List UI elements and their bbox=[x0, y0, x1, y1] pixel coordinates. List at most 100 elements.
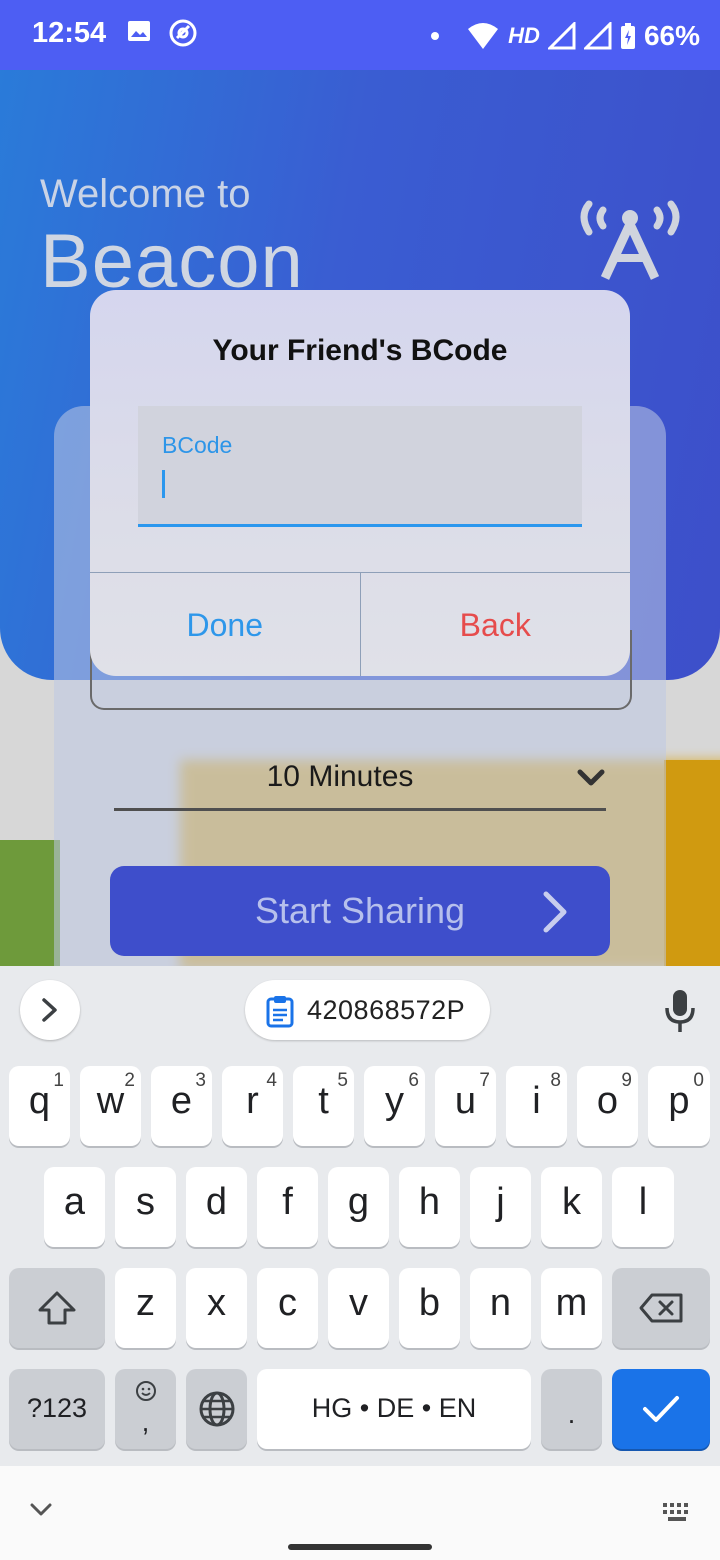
bcode-input[interactable]: BCode bbox=[138, 406, 582, 527]
comma-label: , bbox=[141, 1407, 150, 1437]
key-e[interactable]: e3 bbox=[151, 1066, 212, 1146]
key-label: z bbox=[136, 1282, 155, 1324]
key-k[interactable]: k bbox=[541, 1167, 602, 1247]
status-time: 12:54 bbox=[32, 17, 107, 49]
key-hint-label: 8 bbox=[550, 1070, 561, 1091]
key-hint-label: 9 bbox=[621, 1070, 632, 1091]
key-q[interactable]: q1 bbox=[9, 1066, 70, 1146]
hide-keyboard-icon[interactable] bbox=[30, 1502, 52, 1518]
navigation-bar bbox=[0, 1466, 720, 1560]
keyboard-switch-icon[interactable] bbox=[662, 1502, 694, 1524]
key-hint-label: 2 bbox=[124, 1070, 135, 1091]
symbols-key[interactable]: ?123 bbox=[9, 1369, 105, 1449]
key-b[interactable]: b bbox=[399, 1268, 460, 1348]
home-gesture-handle[interactable] bbox=[288, 1544, 432, 1550]
key-f[interactable]: f bbox=[257, 1167, 318, 1247]
key-j[interactable]: j bbox=[470, 1167, 531, 1247]
key-label: k bbox=[562, 1181, 581, 1223]
key-label: ?123 bbox=[26, 1393, 88, 1423]
clipboard-text: 420868572P bbox=[307, 995, 466, 1025]
signal-icon-2 bbox=[583, 22, 612, 50]
language-key[interactable] bbox=[186, 1369, 247, 1449]
status-bar: 12:54 HD 66% bbox=[0, 0, 720, 70]
key-label: m bbox=[555, 1282, 588, 1324]
globe-icon bbox=[199, 1391, 234, 1427]
key-w[interactable]: w2 bbox=[80, 1066, 141, 1146]
key-r[interactable]: r4 bbox=[222, 1066, 283, 1146]
network-type: HD bbox=[508, 23, 540, 48]
key-label: l bbox=[638, 1181, 648, 1223]
clipboard-icon bbox=[266, 996, 294, 1028]
sync-icon bbox=[168, 18, 198, 53]
key-hint-label: 4 bbox=[266, 1070, 277, 1091]
chevron-right-icon bbox=[42, 998, 57, 1022]
key-label: d bbox=[205, 1181, 228, 1223]
key-p[interactable]: p0 bbox=[648, 1066, 710, 1146]
back-button[interactable]: Back bbox=[361, 573, 631, 676]
backspace-key[interactable] bbox=[612, 1268, 710, 1348]
expand-toolbar-button[interactable] bbox=[20, 980, 80, 1040]
emoji-comma-key[interactable]: , bbox=[115, 1369, 176, 1449]
backspace-icon bbox=[639, 1293, 683, 1323]
key-n[interactable]: n bbox=[470, 1268, 531, 1348]
key-z[interactable]: z bbox=[115, 1268, 176, 1348]
duration-select[interactable]: 10 Minutes bbox=[114, 750, 606, 811]
key-c[interactable]: c bbox=[257, 1268, 318, 1348]
key-o[interactable]: o9 bbox=[577, 1066, 638, 1146]
shift-icon bbox=[38, 1291, 76, 1325]
key-label: j bbox=[496, 1181, 505, 1223]
key-label: v bbox=[349, 1282, 368, 1324]
key-t[interactable]: t5 bbox=[293, 1066, 354, 1146]
key-label: a bbox=[63, 1181, 86, 1223]
emoji-icon bbox=[135, 1381, 156, 1401]
enter-key[interactable] bbox=[612, 1369, 710, 1449]
key-y[interactable]: y6 bbox=[364, 1066, 425, 1146]
key-a[interactable]: a bbox=[44, 1167, 105, 1247]
shift-key[interactable] bbox=[9, 1268, 105, 1348]
microphone-icon[interactable] bbox=[663, 988, 697, 1034]
wifi-icon bbox=[468, 23, 499, 49]
key-s[interactable]: s bbox=[115, 1167, 176, 1247]
key-d[interactable]: d bbox=[186, 1167, 247, 1247]
key-v[interactable]: v bbox=[328, 1268, 389, 1348]
battery-icon bbox=[620, 23, 635, 49]
key-hint-label: 1 bbox=[53, 1070, 64, 1091]
duration-value: 10 Minutes bbox=[266, 760, 414, 793]
chevron-right-icon bbox=[543, 891, 567, 933]
clipboard-suggestion-chip[interactable]: 420868572P bbox=[245, 980, 490, 1040]
soft-keyboard: 420868572P q1 w2 e3 r4 t5 y6 u7 i8 o9 p0… bbox=[0, 966, 720, 1466]
key-label: f bbox=[282, 1181, 293, 1223]
map-background-edge bbox=[664, 760, 720, 966]
dialog-title: Your Friend's BCode bbox=[212, 334, 508, 367]
space-key[interactable]: HG • DE • EN bbox=[257, 1369, 531, 1449]
key-label: x bbox=[207, 1282, 226, 1324]
chevron-down-icon bbox=[577, 769, 605, 786]
key-label: g bbox=[347, 1181, 370, 1223]
key-label: b bbox=[418, 1282, 441, 1324]
key-l[interactable]: l bbox=[612, 1167, 674, 1247]
period-key[interactable]: . bbox=[541, 1369, 602, 1449]
dialog-actions: Done Back bbox=[90, 572, 630, 676]
signal-icon bbox=[547, 22, 576, 50]
key-label: c bbox=[278, 1282, 297, 1324]
text-cursor bbox=[162, 470, 165, 498]
key-m[interactable]: m bbox=[541, 1268, 602, 1348]
key-hint-label: 6 bbox=[408, 1070, 419, 1091]
notification-dot-icon bbox=[431, 32, 440, 40]
key-i[interactable]: i8 bbox=[506, 1066, 567, 1146]
key-hint-label: 0 bbox=[693, 1070, 704, 1091]
suggestion-strip: 420868572P bbox=[0, 966, 720, 1052]
key-h[interactable]: h bbox=[399, 1167, 460, 1247]
start-sharing-label: Start Sharing bbox=[254, 890, 466, 931]
key-g[interactable]: g bbox=[328, 1167, 389, 1247]
welcome-text: Welcome to bbox=[40, 172, 251, 216]
done-button[interactable]: Done bbox=[90, 573, 361, 676]
key-label: HG • DE • EN bbox=[311, 1393, 477, 1423]
gallery-icon bbox=[126, 18, 152, 49]
key-label: n bbox=[489, 1282, 512, 1324]
key-label: . bbox=[567, 1399, 576, 1429]
key-x[interactable]: x bbox=[186, 1268, 247, 1348]
start-sharing-button[interactable]: Start Sharing bbox=[110, 866, 610, 956]
checkmark-icon bbox=[643, 1396, 679, 1422]
key-u[interactable]: u7 bbox=[435, 1066, 496, 1146]
